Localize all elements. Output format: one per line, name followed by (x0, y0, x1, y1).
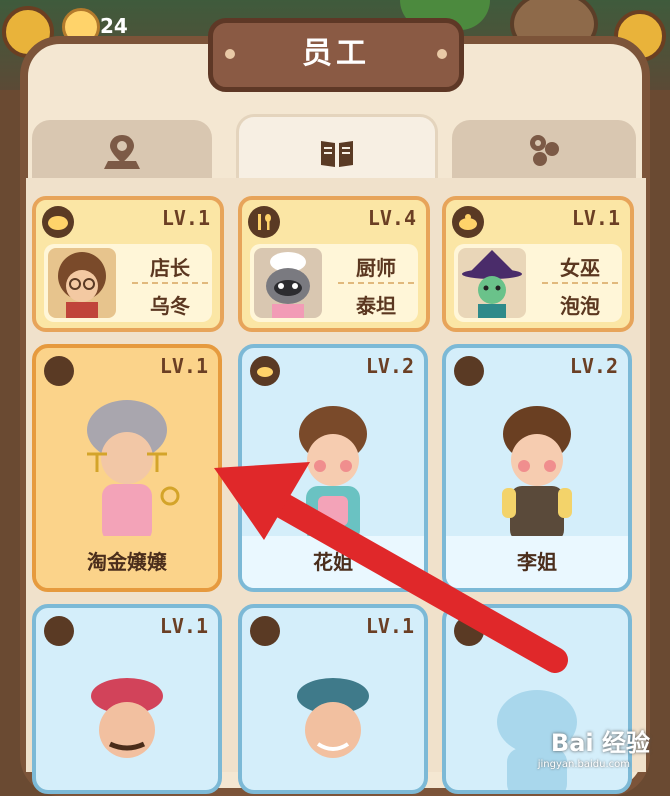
paw-icon (530, 135, 559, 166)
sister-li-figure (502, 406, 572, 542)
title-plate: 员工 (208, 18, 464, 92)
employee-name: 淘金嬢嬢 (36, 536, 218, 588)
staff-name: 泰坦 (356, 294, 396, 318)
employee-card-1[interactable]: LV.2 花姐 (238, 344, 428, 592)
book-icon (321, 141, 353, 167)
staff-role: 厨师 (356, 256, 396, 280)
level-label: LV.1 (365, 614, 414, 638)
status-dot (250, 616, 280, 646)
chef-avatar (254, 248, 322, 318)
watermark-url: jingyan.baidu.com (537, 759, 630, 770)
tab-paw[interactable] (452, 120, 636, 182)
witch-avatar (458, 248, 526, 318)
status-dot (44, 356, 74, 386)
red-cap-figure (91, 678, 163, 758)
currency-count: 24 (100, 14, 128, 38)
staff-card-chef[interactable]: LV.4 厨师 泰坦 (238, 196, 430, 332)
staff-card-witch[interactable]: LV.1 女巫 泡泡 (442, 196, 634, 332)
status-dot (454, 356, 484, 386)
teal-cap-figure (297, 678, 369, 758)
page-title: 员工 (302, 36, 370, 71)
divider (542, 282, 618, 284)
staff-role: 女巫 (560, 256, 600, 280)
level-label: LV.4 (367, 206, 416, 230)
bun-icon (250, 356, 280, 386)
staff-name: 乌冬 (150, 294, 190, 318)
watermark: Bai 经验 (550, 729, 650, 757)
level-label: LV.1 (161, 206, 210, 230)
gold-auntie-figure (87, 400, 180, 542)
employee-card-2[interactable]: LV.2 李姐 (442, 344, 632, 592)
manager-avatar (48, 248, 116, 318)
employee-card-3[interactable]: LV.1 (32, 604, 222, 794)
employee-name: 李姐 (446, 536, 628, 588)
divider (132, 282, 208, 284)
level-label: LV.2 (365, 354, 414, 378)
fork-spoon-icon (248, 206, 280, 238)
level-label: LV.2 (569, 354, 618, 378)
staff-card-manager[interactable]: LV.1 店长 乌冬 (32, 196, 224, 332)
sister-hua-figure (299, 406, 367, 542)
nail-icon (437, 49, 447, 59)
level-label: LV.1 (159, 354, 208, 378)
level-label: LV.1 (571, 206, 620, 230)
pot-icon (452, 206, 484, 238)
level-label: LV.1 (159, 614, 208, 638)
status-dot (44, 616, 74, 646)
tab-location[interactable] (32, 120, 212, 182)
bun-icon (42, 206, 74, 238)
status-dot (454, 616, 484, 646)
employee-name: 花姐 (242, 536, 424, 588)
location-pin-icon (104, 135, 140, 169)
staff-role: 店长 (150, 256, 190, 280)
employee-card-0[interactable]: LV.1 淘金嬢嬢 (32, 344, 222, 592)
nail-icon (225, 49, 235, 59)
employee-card-4[interactable]: LV.1 (238, 604, 428, 794)
divider (338, 282, 414, 284)
staff-name: 泡泡 (560, 294, 600, 318)
